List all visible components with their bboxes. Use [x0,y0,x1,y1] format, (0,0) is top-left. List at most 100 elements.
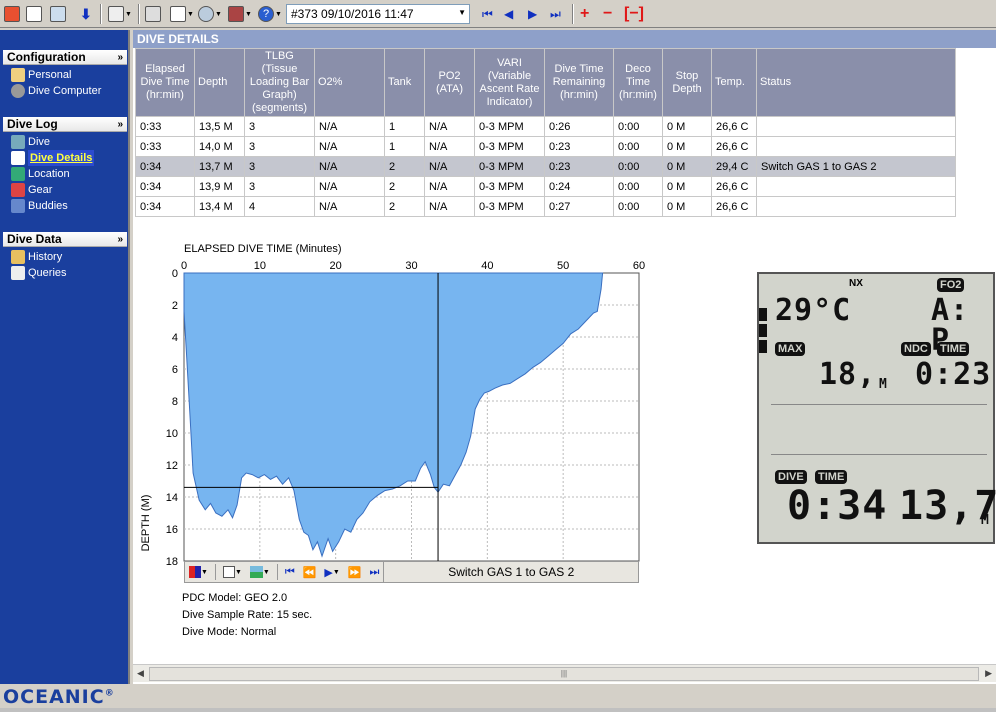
y-tick-label: 2 [172,300,178,312]
column-header[interactable]: VARI (Variable Ascent Rate Indicator) [474,48,545,117]
column-header[interactable]: Temp. [711,48,757,117]
table-cell: 14,0 M [194,136,245,157]
logo-text: OCEANIC [3,686,105,708]
table-cell: 3 [244,116,315,137]
pdc-model: PDC Model: GEO 2.0 [182,592,288,604]
table-cell: 0 M [662,116,712,137]
panel-title: DIVE DETAILS [133,30,996,48]
exit-button[interactable] [4,4,20,24]
horizontal-scrollbar[interactable]: ◀ ||| ▶ [133,664,996,682]
sidebar-item-location[interactable]: Location [11,166,127,182]
chart-last-button[interactable]: ⏭ [366,563,384,581]
sidebar-item-history[interactable]: History [11,249,127,265]
group-header[interactable]: Configuration » [3,50,127,65]
group-header[interactable]: Dive Data » [3,232,127,247]
table-cell: 13,5 M [194,116,245,137]
next-dive-button[interactable]: ▶ [528,4,537,24]
chart-play-button[interactable]: ▶ ▼ [320,563,343,581]
bracket-minus-icon: [−] [624,5,644,22]
column-header[interactable]: Deco Time (hr:min) [613,48,663,117]
download-button[interactable]: ⬇ [80,4,92,24]
y-tick-label: 16 [166,524,178,536]
table-cell: 26,6 C [711,176,757,197]
minus-icon: − [603,5,613,22]
first-dive-button[interactable]: ⏮ [482,4,493,24]
table-row[interactable]: 0:33 14,0 M 3 N/A 1 N/A 0-3 MPM 0:23 0:00 0 M 26,6… [135,136,956,157]
table-cell: N/A [424,156,475,177]
chart-image-button[interactable]: ▼ [246,563,274,581]
lcd-temperature: 29°C [775,293,852,328]
scroll-left-icon[interactable]: ◀ [137,668,144,679]
table-cell: 0:33 [135,136,195,157]
lcd-depth-unit: M [981,513,990,528]
table-row[interactable]: 0:33 13,5 M 3 N/A 1 N/A 0-3 MPM 0:26 0:00 0 M 26,6… [135,116,956,137]
sidebar-item-dive[interactable]: Dive [11,134,127,150]
chart-rewind-button[interactable]: ⏪ [299,563,321,581]
history-icon [11,250,25,264]
new-button[interactable] [26,4,42,24]
column-header[interactable]: Stop Depth [662,48,712,117]
remove-dive-button[interactable]: − [603,4,612,24]
y-tick-label: 14 [166,492,178,504]
print-button[interactable] [145,4,161,24]
table-cell: 0:34 [135,196,195,217]
chart-color-button[interactable]: ▼ [185,563,212,581]
table-cell: 26,6 C [711,116,757,137]
sidebar-item-dive-computer[interactable]: Dive Computer [11,83,127,99]
column-header[interactable]: O2% [314,48,385,117]
dive-profile-chart: 0 10 20 30 40 50 60 0 2 4 6 8 10 12 14 16 18 ELAPSED DIVE… [133,240,653,640]
table-cell: 0:34 [135,176,195,197]
settings-button[interactable]: ▼ [108,4,132,24]
chart-first-button[interactable]: ⏮ [281,563,299,581]
table-cell: 0:00 [613,136,663,157]
options-icon [222,566,235,578]
delete-range-button[interactable]: [−] [624,4,644,24]
table-cell: 0 M [662,196,712,217]
sidebar-item-gear[interactable]: Gear [11,182,127,198]
add-dive-button[interactable]: + [580,4,589,24]
group-header[interactable]: Dive Log » [3,117,127,132]
table-row[interactable]: 0:34 13,7 M 3 N/A 2 N/A 0-3 MPM 0:23 0:00 0 M 29,4… [135,156,956,177]
download-arrow-icon: ⬇ [80,5,92,22]
column-header[interactable]: PO2 (ATA) [424,48,475,117]
location-icon [11,167,25,181]
y-tick-label: 10 [166,428,178,440]
column-header[interactable]: Tank [384,48,425,117]
edit-button[interactable] [50,4,66,24]
table-cell: 1 [384,116,425,137]
last-dive-button[interactable]: ⏭ [550,4,561,24]
chart-options-button[interactable]: ▼ [219,563,246,581]
report-button[interactable]: ▼ [170,4,194,24]
column-header[interactable]: Elapsed Dive Time (hr:min) [135,48,195,117]
column-header[interactable]: Dive Time Remaining (hr:min) [544,48,614,117]
sidebar-group-dive-log: Dive Log » Dive Dive Details Location Gea… [3,117,127,218]
collapse-icon: » [117,234,123,245]
chart-status-text: Switch GAS 1 to GAS 2 [383,562,638,582]
sidebar-item-personal[interactable]: Personal [11,67,127,83]
scroll-thumb[interactable]: ||| [149,667,979,681]
column-header[interactable]: Depth [194,48,245,117]
table-row[interactable]: 0:34 13,9 M 3 N/A 2 N/A 0-3 MPM 0:24 0:00 0 M 26,6… [135,176,956,197]
chart-forward-button[interactable]: ⏩ [344,563,366,581]
main-toolbar: ⬇ ▼ ▼ ▼ ▼ ? ▼ #373 09/10/2016 11:47 ▼ ⏮ ◀ … [0,0,996,28]
segment-bar [759,308,767,321]
table-cell: 0:34 [135,156,195,177]
prev-dive-button[interactable]: ◀ [504,4,513,24]
chart-button[interactable]: ▼ [228,4,252,24]
dive-computer-display: NX FO2 29°C A: P MAX NDC TIME 18, M 0:23… [757,272,996,544]
dive-profile-svg[interactable]: 0 10 20 30 40 50 60 0 2 4 6 8 10 12 14 16 18 ELAPSED DIVE… [133,240,653,570]
sidebar-item-dive-details[interactable]: Dive Details [11,150,127,166]
sidebar-item-queries[interactable]: Queries [11,265,127,281]
scroll-right-icon[interactable]: ▶ [985,668,992,679]
help-button[interactable]: ? ▼ [258,4,282,24]
table-row[interactable]: 0:34 13,4 M 4 N/A 2 N/A 0-3 MPM 0:27 0:00 0 M 26,6… [135,196,956,217]
table-cell: N/A [314,176,385,197]
web-button[interactable]: ▼ [198,4,222,24]
table-cell: N/A [424,116,475,137]
table-cell: 0-3 MPM [474,136,545,157]
x-tick-label: 0 [181,260,187,272]
dive-selector[interactable]: #373 09/10/2016 11:47 ▼ [286,4,470,24]
column-header[interactable]: TLBG (Tissue Loading Bar Graph) (segment… [244,48,315,117]
column-header[interactable]: Status [756,48,956,117]
sidebar-item-buddies[interactable]: Buddies [11,198,127,214]
